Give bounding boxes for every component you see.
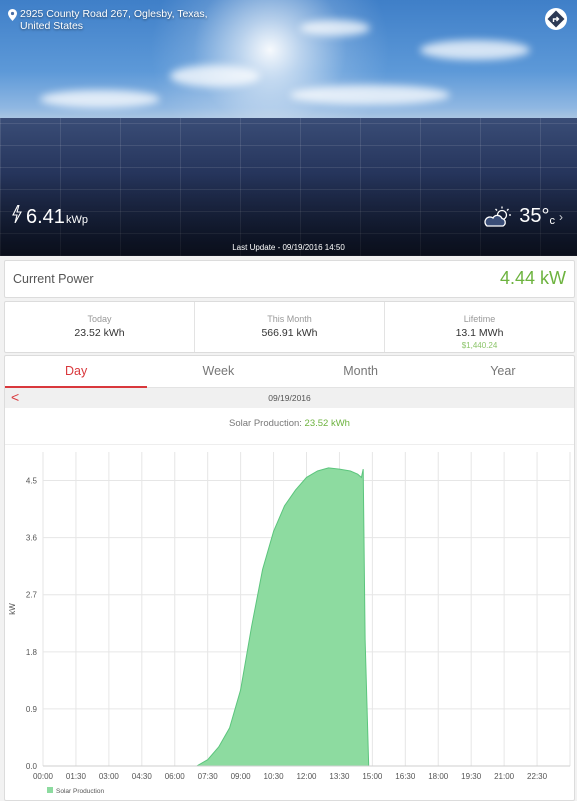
y-tick-label: 0.9 [26,705,38,714]
current-power-label: Current Power [13,272,94,286]
cloud [170,65,260,87]
y-axis-label: kW [8,603,17,615]
y-tick-label: 0.0 [26,762,38,771]
y-tick-label: 2.7 [26,591,38,600]
stat-lifetime: Lifetime 13.1 MWh $1,440.24 [384,302,574,352]
temperature-unit: c [549,214,556,227]
partly-sunny-icon [484,206,512,227]
x-tick-label: 03:00 [99,772,120,781]
stat-lifetime-label: Lifetime [463,314,496,324]
x-tick-label: 22:30 [527,772,548,781]
legend-swatch [47,787,53,793]
cloud [290,85,450,105]
directions-button[interactable] [545,8,567,30]
cloud [40,90,160,108]
x-tick-label: 15:00 [362,772,383,781]
y-tick-label: 3.6 [26,534,38,543]
stat-today: Today 23.52 kWh [5,302,194,352]
x-tick-label: 00:00 [33,772,54,781]
stat-lifetime-value: 13.1 MWh [455,327,504,339]
peak-power: 6.41 kWp [12,205,88,229]
production-area-chart: 00:00 01:30 03:00 04:30 06:00 07:30 09:00 10:30… [8,452,571,795]
current-power-card: Current Power 4.44 kW [4,260,575,298]
x-tick-label: 06:00 [165,772,186,781]
energy-stats-card: Today 23.52 kWh This Month 566.91 kWh Li… [4,301,575,353]
x-tick-label: 21:00 [494,772,515,781]
weather-widget[interactable]: 35° c › [483,205,563,228]
hero-banner: 2925 County Road 267, Oglesby, Texas, Un… [0,0,577,256]
x-tick-label: 09:00 [231,772,252,781]
lightning-icon [12,205,22,223]
x-tick-label: 04:30 [132,772,153,781]
stat-month-label: This Month [267,314,312,324]
series-area-solar-production [43,467,570,766]
x-tick-label: 13:30 [329,772,350,781]
x-tick-label: 10:30 [264,772,285,781]
y-tick-label: 4.5 [26,477,38,486]
peak-power-value: 6.41 [26,206,65,228]
solar-panels-image [0,118,577,256]
stat-month: This Month 566.91 kWh [194,302,384,352]
legend-label: Solar Production [56,788,104,795]
x-tick-label: 12:00 [296,772,317,781]
chevron-right-icon: › [559,209,563,224]
x-tick-label: 01:30 [66,772,87,781]
peak-power-unit: kWp [65,214,88,226]
location-pin-icon [8,9,17,21]
current-power-value: 4.44 kW [499,268,566,288]
x-tick-label: 07:30 [198,772,219,781]
stat-month-value: 566.91 kWh [261,327,318,339]
x-tick-label: 19:30 [461,772,482,781]
y-tick-label: 1.8 [26,648,38,657]
x-tick-label: 16:30 [395,772,416,781]
temperature-value: 35° [519,205,550,227]
site-address: 2925 County Road 267, Oglesby, Texas, Un… [20,8,208,32]
cloud [300,20,370,36]
stat-today-label: Today [87,314,112,324]
directions-icon [547,10,565,28]
production-chart-card: Day Week Month Year < 09/19/2016 Solar P… [4,355,575,801]
stat-today-value: 23.52 kWh [74,327,125,339]
last-update: Last Update - 09/19/2016 14:50 [232,243,345,252]
x-tick-label: 18:00 [428,772,449,781]
stat-lifetime-revenue: $1,440.24 [461,341,498,350]
cloud [420,40,530,60]
